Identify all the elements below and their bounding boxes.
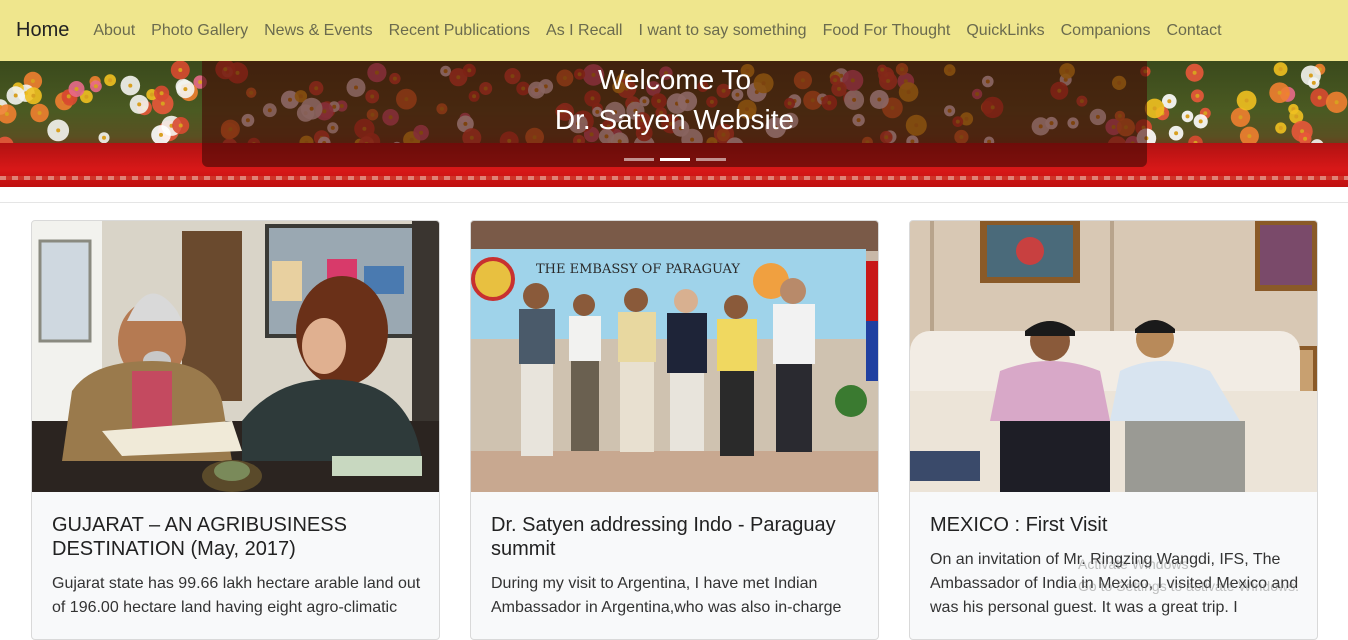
flower-center	[1317, 95, 1322, 100]
flower-center	[178, 68, 183, 72]
nav-item-recent-publications[interactable]: Recent Publications	[389, 22, 530, 40]
carousel-caption-welcome: Welcome To	[597, 64, 752, 95]
flower-center	[30, 79, 35, 83]
nav-item-food-for-thought[interactable]: Food For Thought	[823, 22, 951, 40]
card-image-paraguay-summit[interactable]: THE EMBASSY OF PARAGUAY	[471, 221, 878, 492]
nav-home-link[interactable]: Home	[16, 19, 69, 42]
flower-center	[159, 132, 163, 137]
flower-center	[1303, 136, 1308, 141]
nav-item-quicklinks[interactable]: QuickLinks	[966, 22, 1044, 40]
activate-windows-watermark: Activate Windows Go to Settings to activ…	[1078, 553, 1299, 597]
flower-center	[1198, 119, 1203, 124]
flower-center	[102, 135, 106, 140]
flower-center	[1278, 126, 1283, 130]
nav-item-photo-gallery[interactable]: Photo Gallery	[151, 22, 248, 40]
card-title-mexico[interactable]: MEXICO : First Visit	[930, 513, 1300, 537]
flower-center	[1308, 73, 1313, 78]
flower-center	[1203, 111, 1208, 116]
flower-center	[1244, 98, 1249, 103]
flower-center	[1192, 70, 1197, 75]
flower-center	[159, 91, 164, 96]
flower-center	[4, 112, 9, 116]
flower-center	[183, 87, 188, 92]
flower-center	[1238, 115, 1243, 120]
banner-text-embassy: THE EMBASSY OF PARAGUAY	[536, 262, 740, 277]
nav-item-news-events[interactable]: News & Events	[264, 22, 372, 40]
watermark-line-1: Activate Windows	[1078, 556, 1189, 572]
card-text-paraguay: During my visit to Argentina, I have met…	[491, 575, 842, 616]
card-title-paraguay[interactable]: Dr. Satyen addressing Indo - Paraguay su…	[491, 513, 861, 561]
flower-center	[37, 111, 42, 115]
flower-center	[1311, 80, 1316, 85]
flower-center	[56, 128, 61, 133]
flower-center	[137, 102, 142, 107]
flower-center	[178, 123, 183, 128]
flower-center	[1294, 114, 1299, 119]
article-card-paraguay[interactable]: THE EMBASSY OF PARAGUAY Dr. Satyen addre…	[470, 220, 879, 640]
flower-center	[149, 92, 154, 97]
carousel-indicator-1[interactable]	[624, 158, 654, 161]
nav-item-say-something[interactable]: I want to say something	[638, 22, 806, 40]
flower-center	[74, 87, 79, 91]
flower-center	[13, 93, 18, 98]
card-image-gujarat-meeting[interactable]	[32, 221, 439, 492]
flower-center	[1247, 134, 1252, 139]
flower-center	[1167, 99, 1172, 104]
carousel-indicator-3[interactable]	[696, 158, 726, 161]
top-navbar: Home About Photo Gallery News & Events R…	[0, 0, 1348, 61]
section-divider	[0, 202, 1348, 203]
card-title-gujarat[interactable]: GUJARAT – AN AGRIBUSINESS DESTINATION (M…	[52, 513, 422, 561]
flower-center	[1195, 93, 1200, 98]
flower-center	[93, 84, 98, 89]
flower-center	[1278, 67, 1283, 72]
flower-center	[66, 94, 71, 99]
flower-center	[160, 101, 165, 106]
flower-center	[31, 93, 36, 98]
carpet-border	[0, 176, 1348, 180]
watermark-line-2: Go to Settings to activate Windows.	[1078, 578, 1299, 594]
flower-center	[84, 94, 89, 99]
flower-center	[1174, 131, 1179, 136]
flower-center	[1152, 106, 1157, 111]
flower-center	[1185, 114, 1190, 119]
nav-item-as-i-recall[interactable]: As I Recall	[546, 22, 622, 40]
article-card-gujarat[interactable]: GUJARAT – AN AGRIBUSINESS DESTINATION (M…	[31, 220, 440, 640]
card-text-gujarat: Gujarat state has 99.66 lakh hectare ara…	[52, 575, 421, 616]
flower-center	[128, 83, 133, 88]
flower-center	[1277, 90, 1282, 95]
flower-center	[108, 78, 113, 83]
carousel-indicator-2[interactable]	[660, 158, 690, 161]
nav-item-companions[interactable]: Companions	[1061, 22, 1151, 40]
card-image-mexico-visit[interactable]	[910, 221, 1317, 492]
nav-item-about[interactable]: About	[93, 22, 135, 40]
carousel-caption-site-name: Dr. Satyen Website	[554, 104, 795, 135]
flower-center	[1334, 100, 1339, 105]
nav-item-contact[interactable]: Contact	[1166, 22, 1221, 40]
